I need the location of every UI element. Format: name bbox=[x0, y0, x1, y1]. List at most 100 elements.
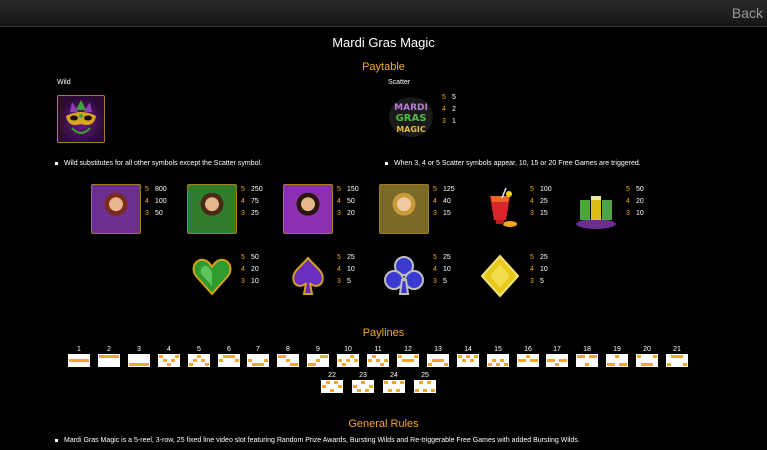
scatter-label: Scatter bbox=[388, 79, 411, 86]
svg-text:GRAS: GRAS bbox=[396, 113, 427, 124]
payline-21: 21 bbox=[666, 345, 688, 367]
payline-number: 15 bbox=[494, 346, 502, 353]
payline-number: 6 bbox=[227, 346, 231, 353]
payline-number: 14 bbox=[464, 346, 472, 353]
payline-number: 7 bbox=[256, 346, 260, 353]
payline-1: 1 bbox=[68, 345, 90, 367]
payline-pattern bbox=[383, 380, 405, 393]
pay-row: 5 250 bbox=[241, 186, 263, 193]
payline-pattern bbox=[517, 354, 539, 367]
pay-row: 4 40 bbox=[433, 198, 451, 205]
payline-number: 13 bbox=[434, 346, 442, 353]
payline-cell bbox=[653, 363, 657, 366]
payline-pattern bbox=[606, 354, 628, 367]
pay-row: 5 25 bbox=[433, 254, 451, 261]
payline-cell bbox=[85, 355, 89, 358]
payline-cell bbox=[444, 355, 448, 358]
payline-cell bbox=[324, 363, 328, 366]
payline-cell bbox=[653, 355, 657, 358]
payline-number: 24 bbox=[390, 372, 398, 379]
club-pays: 5 25 4 10 35 bbox=[433, 252, 451, 288]
payline-cell bbox=[369, 381, 373, 384]
payline-15: 15 bbox=[487, 345, 509, 367]
pay-row: 4 25 bbox=[530, 198, 548, 205]
payline-cell bbox=[683, 359, 687, 362]
payline-cell bbox=[85, 359, 89, 362]
payline-cell bbox=[593, 355, 597, 358]
payline-cell bbox=[175, 363, 179, 366]
payline-number: 18 bbox=[583, 346, 591, 353]
payline-cell bbox=[593, 363, 597, 366]
payline-number: 11 bbox=[374, 346, 382, 353]
payline-number: 12 bbox=[404, 346, 412, 353]
scatter-logo-icon: MARDI GRAS MAGIC bbox=[388, 94, 434, 140]
pay-row: 55 bbox=[442, 94, 456, 101]
heart-pays: 5 50 4 20 3 10 bbox=[241, 252, 259, 288]
payline-11: 11 bbox=[367, 345, 389, 367]
diamond-pays: 5 25 4 10 35 bbox=[530, 252, 548, 288]
payline-cell bbox=[504, 355, 508, 358]
payline-number: 8 bbox=[286, 346, 290, 353]
purple-lady-icon bbox=[91, 184, 141, 234]
paylines-heading: Paylines bbox=[362, 327, 405, 339]
payline-cell bbox=[414, 359, 418, 362]
spade-pays: 5 25 4 10 35 bbox=[337, 252, 355, 288]
payline-cell bbox=[384, 359, 388, 362]
green-lady-icon bbox=[187, 184, 237, 234]
pay-row: 35 bbox=[433, 278, 447, 285]
payline-17: 17 bbox=[546, 345, 568, 367]
payline-cell bbox=[369, 389, 373, 392]
payline-cell bbox=[683, 363, 687, 366]
payline-cell bbox=[338, 389, 342, 392]
purple-lady-pays: 5 800 4 100 3 50 bbox=[145, 184, 167, 220]
pay-row: 4 75 bbox=[241, 198, 259, 205]
payline-pattern bbox=[636, 354, 658, 367]
payline-pattern bbox=[546, 354, 568, 367]
pay-row: 3 10 bbox=[241, 278, 259, 285]
pay-row: 3 50 bbox=[145, 210, 163, 217]
violet-lady-icon bbox=[283, 184, 333, 234]
payline-cell bbox=[235, 359, 239, 362]
payline-cell bbox=[115, 359, 119, 362]
payline-cell bbox=[444, 359, 448, 362]
payline-pattern bbox=[457, 354, 479, 367]
pay-row: 4 10 bbox=[433, 266, 451, 273]
payline-pattern bbox=[68, 354, 90, 367]
payline-cell bbox=[400, 381, 404, 384]
payline-23: 23 bbox=[352, 371, 374, 393]
cocktail-icon bbox=[476, 184, 524, 232]
payline-cell bbox=[534, 355, 538, 358]
payline-13: 13 bbox=[427, 345, 449, 367]
shot-glasses-pays: 5 50 4 20 3 10 bbox=[626, 184, 644, 220]
pay-row: 4 100 bbox=[145, 198, 167, 205]
payline-20: 20 bbox=[636, 345, 658, 367]
wild-label: Wild bbox=[57, 79, 71, 86]
payline-cell bbox=[683, 355, 687, 358]
pay-row: 3 25 bbox=[241, 210, 259, 217]
spade-icon bbox=[284, 252, 332, 300]
pay-row: 4 20 bbox=[241, 266, 259, 273]
back-button[interactable]: Back bbox=[732, 5, 763, 21]
payline-pattern bbox=[218, 354, 240, 367]
payline-number: 25 bbox=[421, 372, 429, 379]
payline-5: 5 bbox=[188, 345, 210, 367]
payline-12: 12 bbox=[397, 345, 419, 367]
payline-cell bbox=[504, 363, 508, 366]
payline-cell bbox=[400, 385, 404, 388]
top-bar: Back bbox=[0, 0, 767, 27]
payline-pattern bbox=[128, 354, 150, 367]
pay-row: 5 125 bbox=[433, 186, 455, 193]
payline-cell bbox=[369, 385, 373, 388]
payline-cell bbox=[205, 359, 209, 362]
payline-14: 14 bbox=[457, 345, 479, 367]
gold-lady-pays: 5 125 4 40 3 15 bbox=[433, 184, 455, 220]
payline-pattern bbox=[247, 354, 269, 367]
payline-cell bbox=[474, 359, 478, 362]
pay-row: 3 15 bbox=[530, 210, 548, 217]
general-rule-item: Mardi Gras Magic is a 5-reel, 3-row, 25 … bbox=[55, 437, 580, 444]
payline-pattern bbox=[414, 380, 436, 393]
svg-text:MAGIC: MAGIC bbox=[396, 125, 426, 134]
cocktail-pays: 5 100 4 25 3 15 bbox=[530, 184, 552, 220]
scatter-note: When 3, 4 or 5 Scatter symbols appear, 1… bbox=[385, 160, 641, 167]
scatter-pays: 55 42 31 bbox=[442, 92, 456, 128]
